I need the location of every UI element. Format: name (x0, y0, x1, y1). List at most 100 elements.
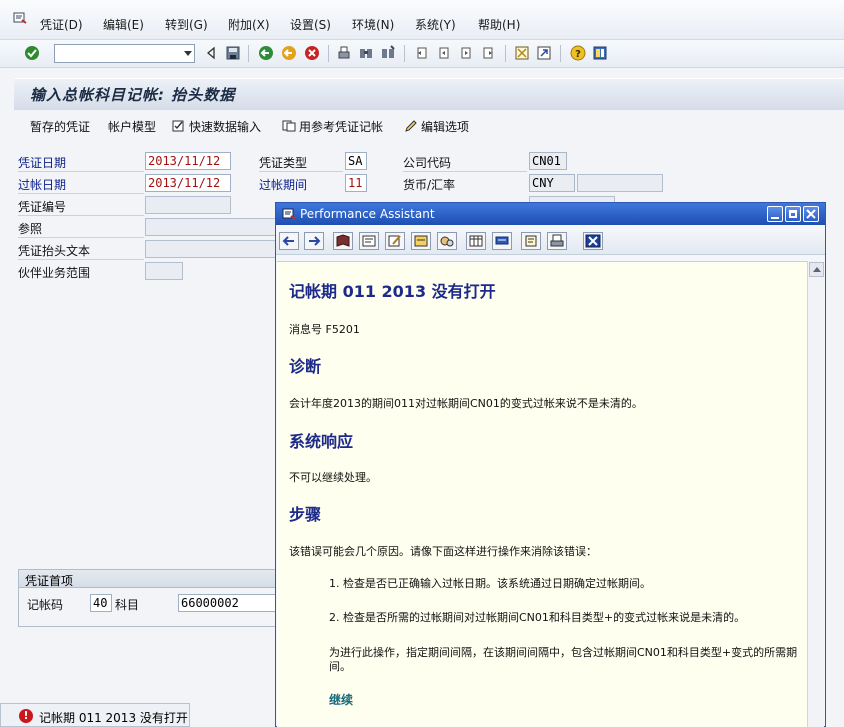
help-icon[interactable]: ? (570, 45, 586, 61)
print-icon[interactable] (336, 45, 352, 61)
forward-arrow-icon[interactable] (304, 232, 324, 250)
book-icon[interactable] (333, 232, 353, 250)
settings-icon[interactable] (437, 232, 457, 250)
trading-partner-field[interactable] (145, 262, 183, 280)
pa-toolbar (276, 225, 825, 255)
maximize-icon[interactable] (785, 206, 801, 222)
vertical-scrollbar[interactable] (807, 261, 824, 727)
post-with-reference-label: 用参考凭证记帐 (299, 120, 384, 134)
reference-label: 参照 (18, 222, 43, 236)
menu-settings[interactable]: 设置(S) (290, 16, 331, 33)
menu-edit[interactable]: 编辑(E) (103, 16, 144, 33)
currency-label: 货币/汇率 (403, 178, 456, 192)
posting-date-field[interactable]: 2013/11/12 (145, 174, 231, 192)
doc-number-field[interactable] (145, 196, 231, 214)
doc-type-label: 凭证类型 (259, 156, 308, 170)
menu-goto[interactable]: 转到(G) (165, 16, 208, 33)
diagnosis-heading: 诊断 (289, 357, 322, 376)
header-text-field[interactable] (145, 240, 277, 258)
find-icon[interactable] (358, 45, 374, 61)
checklist-icon (172, 120, 184, 132)
technical-info-icon[interactable] (359, 232, 379, 250)
layout-menu-icon[interactable] (592, 45, 608, 61)
back-arrow-icon[interactable] (279, 232, 299, 250)
highlight-icon[interactable] (411, 232, 431, 250)
account-model-button[interactable]: 帐户模型 (108, 118, 156, 135)
menu-document[interactable]: 凭证(D) (40, 16, 83, 33)
fast-entry-label: 快速数据输入 (189, 120, 262, 134)
account-field[interactable]: 66000002 (178, 594, 276, 612)
command-field[interactable] (54, 44, 195, 63)
period-field[interactable]: 11 (345, 174, 367, 192)
editing-options-label: 编辑选项 (421, 120, 470, 134)
copy-document-icon (282, 120, 296, 132)
doc-type-field[interactable]: SA (345, 152, 367, 170)
toolbar-separator (404, 45, 405, 62)
company-code-label: 公司代码 (403, 156, 452, 170)
back-icon[interactable] (258, 45, 274, 61)
svg-text:?: ? (575, 49, 581, 60)
close-window-icon[interactable] (583, 232, 603, 250)
standard-toolbar: ? (0, 40, 844, 68)
doc-date-field[interactable]: 2013/11/12 (145, 152, 231, 170)
pa-help-content[interactable]: 记帐期 011 2013 没有打开 消息号 F5201 诊断 会计年度2013的… (277, 261, 807, 727)
table-icon[interactable] (466, 232, 486, 250)
editing-options-button[interactable]: 编辑选项 (404, 118, 469, 135)
procedure-step: 1. 检查是否已正确输入过帐日期。该系统通过日期确定过帐期间。 (329, 577, 651, 590)
procedure-step: 2. 检查是否所需的过帐期间对过帐期间CN01和科目类型+的变式过帐来说是未清的… (329, 611, 746, 624)
menu-extras[interactable]: 附加(X) (228, 16, 270, 33)
close-icon[interactable] (803, 206, 819, 222)
chevron-down-icon[interactable] (184, 51, 192, 56)
window-icon (282, 208, 296, 220)
print-preview-icon[interactable] (521, 232, 541, 250)
post-with-reference-button[interactable]: 用参考凭证记帐 (282, 118, 383, 135)
procedure-heading: 步骤 (289, 505, 322, 524)
last-page-icon[interactable] (480, 45, 496, 61)
screen-title-bar: 输入总帐科目记帐: 抬头数据 (14, 78, 844, 110)
posting-key-field[interactable]: 40 (90, 594, 112, 612)
menu-environment[interactable]: 环境(N) (352, 16, 394, 33)
shortcut-icon[interactable] (536, 45, 552, 61)
posting-date-label: 过帐日期 (18, 178, 67, 192)
pa-title-bar[interactable]: Performance Assistant (276, 203, 825, 225)
divider (18, 237, 144, 238)
account-label: 科目 (115, 598, 140, 612)
collapse-arrow-icon[interactable] (203, 45, 219, 61)
menu-help[interactable]: 帮助(H) (478, 16, 520, 33)
menu-system[interactable]: 系统(Y) (415, 16, 456, 33)
reference-field[interactable] (145, 218, 277, 236)
divider (259, 171, 343, 172)
scroll-up-icon[interactable] (809, 262, 824, 277)
save-icon[interactable] (225, 45, 241, 61)
print-icon[interactable] (547, 232, 567, 250)
display-icon[interactable] (492, 232, 512, 250)
currency-field[interactable]: CNY (529, 174, 575, 192)
parked-documents-button[interactable]: 暂存的凭证 (30, 118, 90, 135)
company-code-field[interactable]: CN01 (529, 152, 567, 170)
find-next-icon[interactable] (380, 45, 396, 61)
toolbar-separator (560, 45, 561, 62)
status-bar[interactable]: ! 记帐期 011 2013 没有打开 (0, 703, 190, 727)
continue-link[interactable]: 继续 (329, 691, 353, 708)
divider (403, 171, 527, 172)
menu-bar: 凭证(D) 编辑(E) 转到(G) 附加(X) 设置(S) 环境(N) 系统(Y… (0, 0, 844, 40)
minimize-icon[interactable] (767, 206, 783, 222)
first-line-item-group: 凭证首项 记帐码 40 科目 66000002 (18, 569, 276, 627)
toolbar-separator (248, 45, 249, 62)
period-label: 过帐期间 (259, 178, 308, 192)
cancel-icon[interactable] (304, 45, 320, 61)
edit-note-icon[interactable] (385, 232, 405, 250)
toolbar-separator (505, 45, 506, 62)
new-session-icon[interactable] (514, 45, 530, 61)
divider (18, 215, 144, 216)
previous-page-icon[interactable] (436, 45, 452, 61)
first-page-icon[interactable] (414, 45, 430, 61)
exit-icon[interactable] (281, 45, 297, 61)
pa-window-title: Performance Assistant (300, 207, 435, 221)
enter-icon[interactable] (24, 45, 40, 61)
fast-entry-button[interactable]: 快速数据输入 (172, 118, 261, 135)
exchange-rate-field[interactable] (577, 174, 663, 192)
divider (18, 259, 144, 260)
next-page-icon[interactable] (458, 45, 474, 61)
menu-icon[interactable] (13, 12, 27, 24)
